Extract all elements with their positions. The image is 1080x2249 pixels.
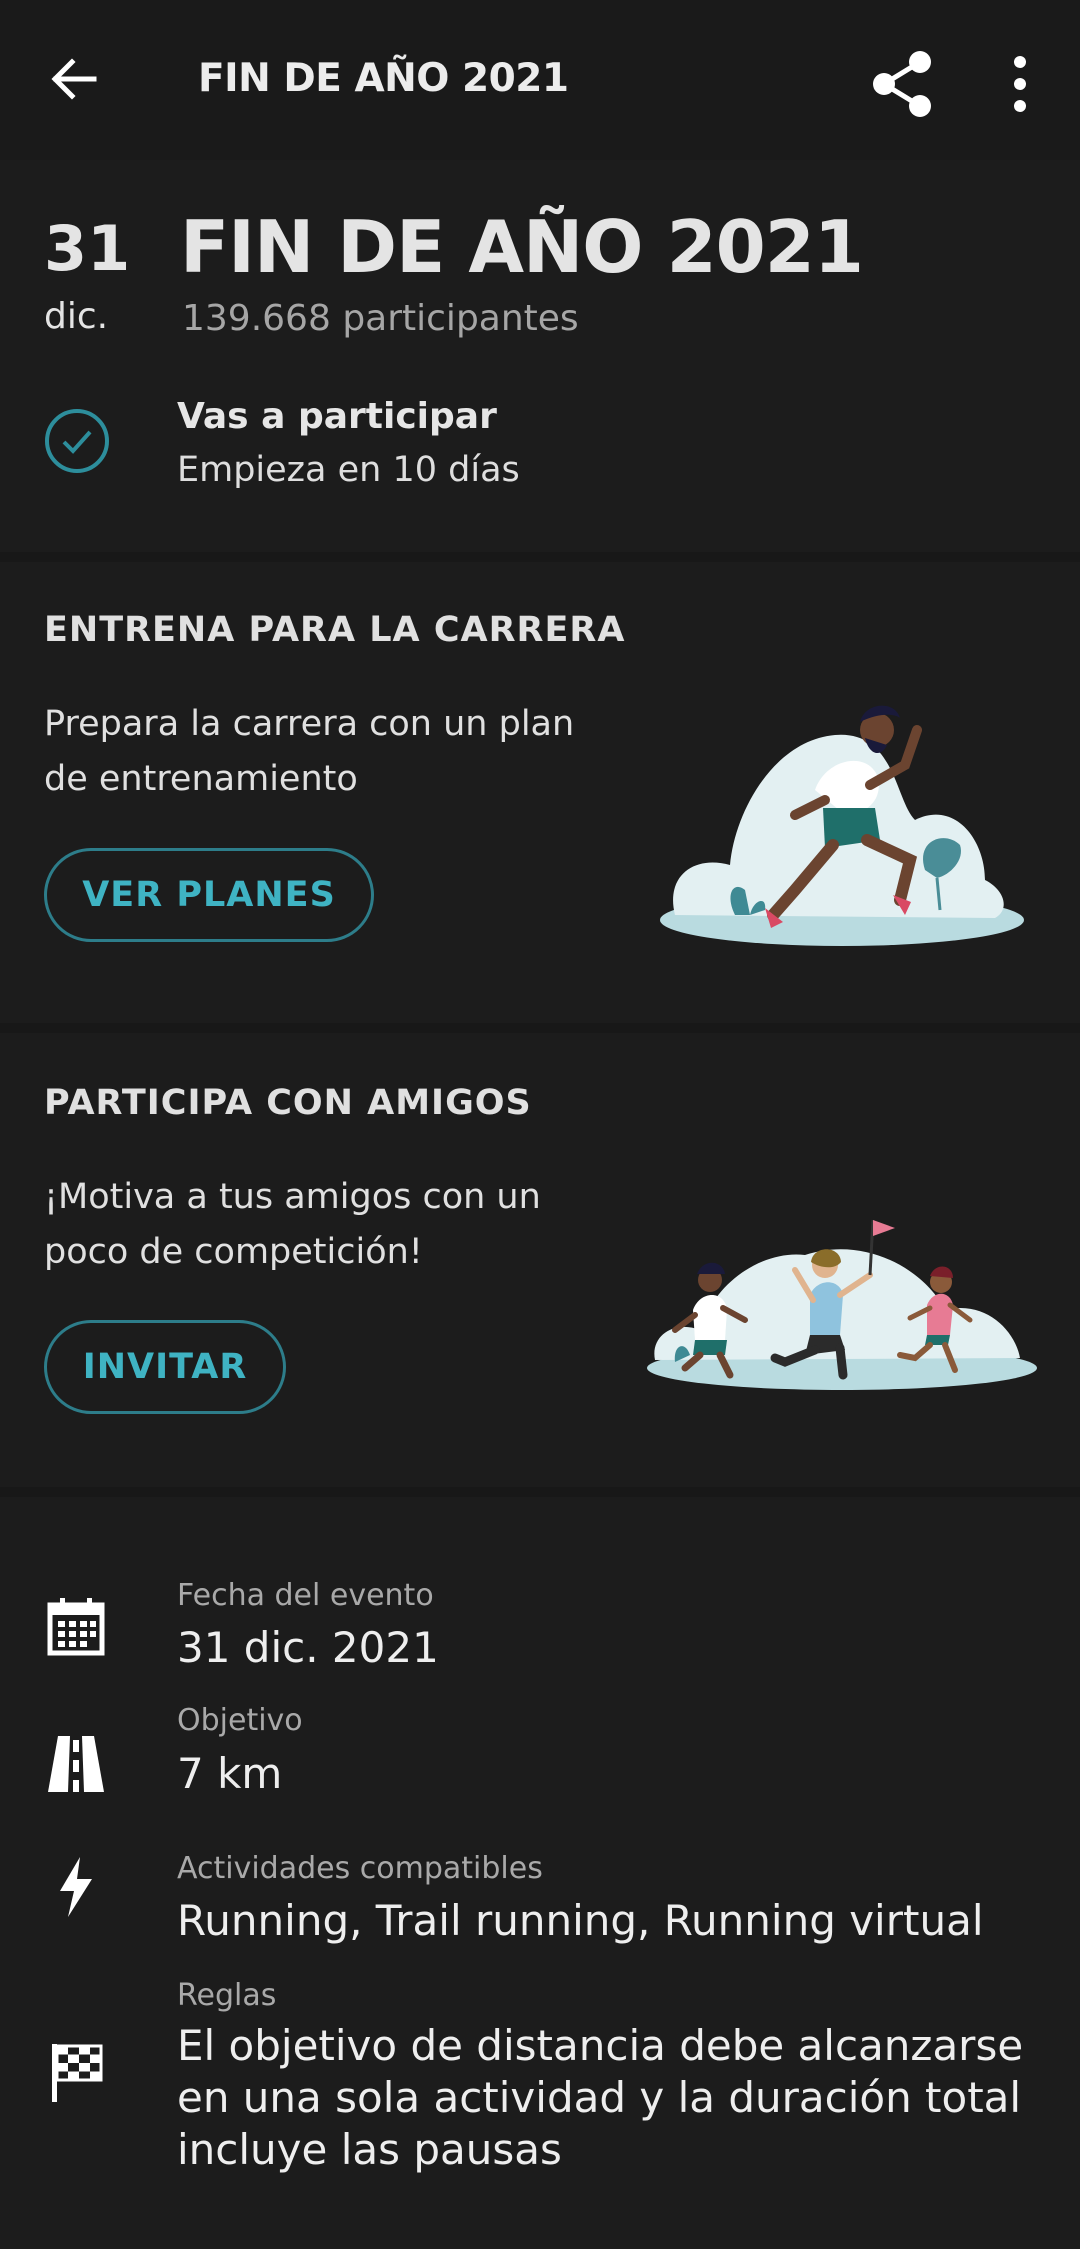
activities-label: Actividades compatibles [177, 1851, 543, 1886]
check-circle-icon [44, 408, 110, 474]
goal-value: 7 km [177, 1749, 283, 1798]
top-app-bar: FIN DE AÑO 2021 [0, 0, 1080, 160]
train-text: Prepara la carrera con un plan de entren… [44, 704, 575, 799]
friends-running-illustration [645, 1190, 1040, 1390]
arrow-left-icon[interactable] [40, 42, 114, 116]
share-icon[interactable] [870, 44, 940, 124]
invite-button[interactable]: INVITAR [44, 1320, 286, 1414]
more-vert-icon[interactable] [1000, 44, 1040, 124]
view-plans-button[interactable]: VER PLANES [44, 848, 374, 942]
participant-count: 139.668 participantes [182, 298, 579, 339]
goal-label: Objetivo [177, 1703, 303, 1738]
friends-heading: PARTICIPA CON AMIGOS [44, 1083, 532, 1123]
event-date-label: Fecha del evento [177, 1578, 434, 1613]
rules-value: El objetivo de distancia debe alcanzarse… [177, 2021, 1024, 2174]
event-date-value: 31 dic. 2021 [177, 1623, 439, 1672]
status-title: Vas a participar [177, 396, 497, 437]
section-divider [0, 1487, 1080, 1497]
section-divider [0, 1023, 1080, 1033]
event-title: FIN DE AÑO 2021 [180, 205, 864, 289]
event-month: dic. [44, 296, 109, 337]
lightning-icon [44, 1855, 108, 1919]
status-subtitle: Empieza en 10 días [177, 450, 520, 490]
calendar-icon [44, 1595, 108, 1659]
runner-illustration [655, 690, 1030, 950]
friends-text: ¡Motiva a tus amigos con un poco de comp… [44, 1177, 541, 1272]
train-heading: ENTRENA PARA LA CARRERA [44, 610, 626, 650]
road-icon [44, 1732, 108, 1796]
rules-label: Reglas [177, 1978, 277, 2013]
checkered-flag-icon [44, 2040, 108, 2104]
event-day: 31 [44, 212, 131, 285]
activities-value: Running, Trail running, Running virtual [177, 1896, 984, 1945]
section-divider [0, 552, 1080, 562]
app-bar-title: FIN DE AÑO 2021 [198, 56, 569, 101]
